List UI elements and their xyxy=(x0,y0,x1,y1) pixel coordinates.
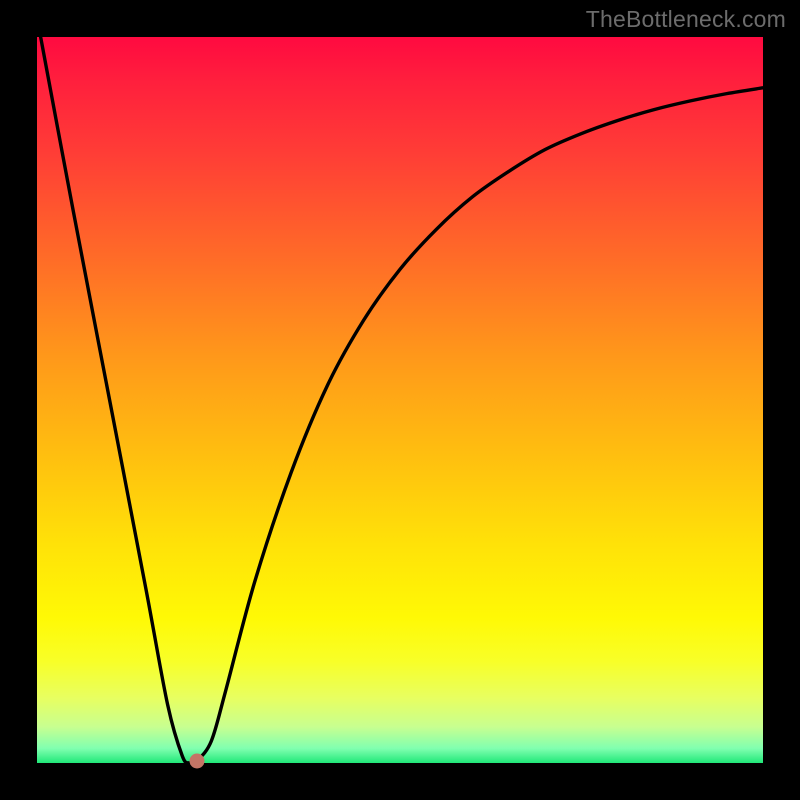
chart-frame: TheBottleneck.com xyxy=(0,0,800,800)
chart-marker xyxy=(189,753,204,768)
bottleneck-curve xyxy=(37,37,763,763)
watermark-text: TheBottleneck.com xyxy=(586,6,786,33)
chart-plot-area xyxy=(37,37,763,763)
